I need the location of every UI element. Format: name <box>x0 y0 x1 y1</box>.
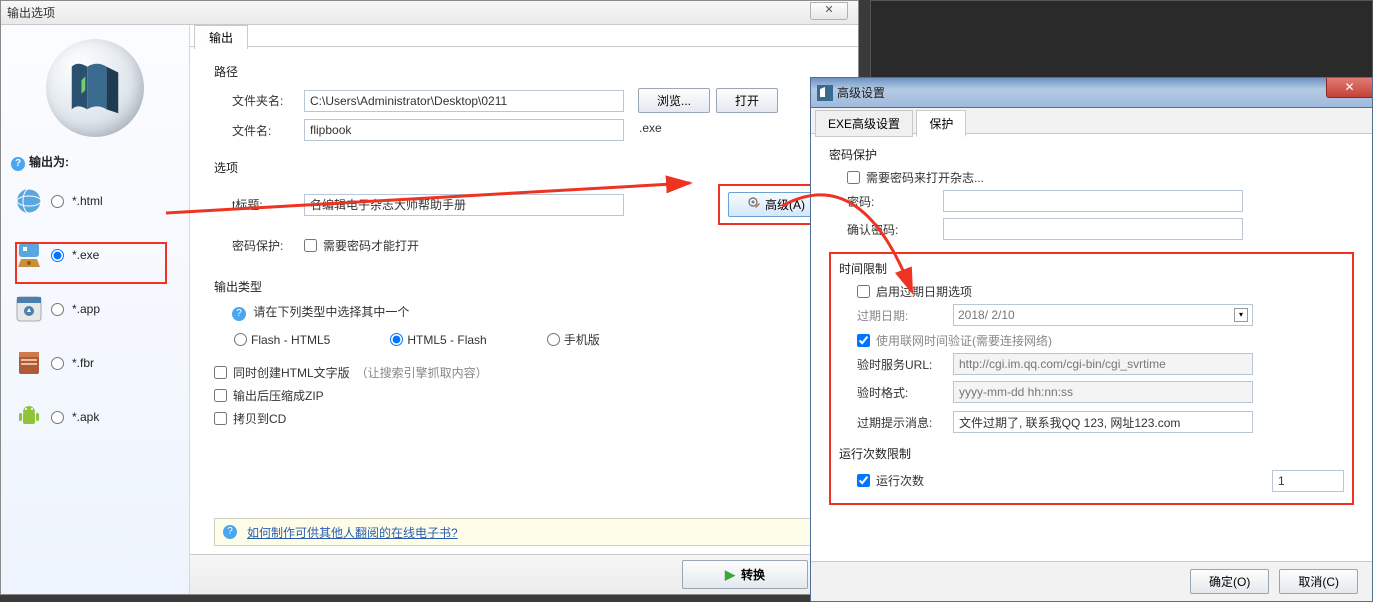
ttitle-label: t标题: <box>214 196 304 213</box>
chk-run-count[interactable]: 运行次数 <box>857 472 924 489</box>
bg-panel <box>870 0 1373 77</box>
dlg1-title: 输出选项 <box>7 4 55 21</box>
radio-html5-flash[interactable]: HTML5 - Flash <box>390 331 486 348</box>
format-fbr[interactable]: *.fbr <box>11 343 179 383</box>
chk-net-time[interactable]: 使用联网时间验证(需要连接网络) <box>857 332 1344 349</box>
format-sidebar: ?输出为: *.html *.exe *.app *.fbr *.apk <box>1 25 190 594</box>
msg-label: 过期提示消息: <box>857 414 953 431</box>
verify-url-input[interactable] <box>953 353 1253 375</box>
output-tabbar: 输出 <box>190 25 858 47</box>
tab-output[interactable]: 输出 <box>194 25 248 49</box>
file-input[interactable] <box>304 119 624 141</box>
chk-zip[interactable]: 输出后压缩成ZIP <box>214 387 834 404</box>
fmt-label: 验时格式: <box>857 384 953 401</box>
ttitle-input[interactable] <box>304 194 624 216</box>
pwd-protect-label: 密码保护: <box>214 237 304 254</box>
ok-button[interactable]: 确定(O) <box>1190 569 1269 594</box>
convert-button[interactable]: ▶转换 <box>682 560 808 589</box>
open-button[interactable]: 打开 <box>716 88 778 113</box>
path-section-label: 路径 <box>214 63 834 80</box>
mac-icon <box>15 295 43 323</box>
output-type-section: 输出类型 <box>214 278 834 295</box>
need-password-checkbox[interactable]: 需要密码才能打开 <box>304 237 419 254</box>
options-section-label: 选项 <box>214 159 834 176</box>
password-input[interactable] <box>943 190 1243 212</box>
run-count-group: 运行次数限制 运行次数 <box>839 445 1344 493</box>
pwd2-label: 确认密码: <box>847 221 943 238</box>
chk-cd[interactable]: 拷贝到CD <box>214 410 834 427</box>
online-ebook-link[interactable]: 如何制作可供其他人翻阅的在线电子书? <box>247 524 458 541</box>
folder-label: 文件夹名: <box>214 92 304 109</box>
help-icon[interactable]: ? <box>232 307 246 321</box>
format-app[interactable]: *.app <box>11 289 179 329</box>
play-icon: ▶ <box>725 567 735 583</box>
dlg1-footer: ▶转换 取 <box>190 554 858 594</box>
pwd-label: 密码: <box>847 193 943 210</box>
expire-date-input[interactable]: 2018/ 2/10 ▾ <box>953 304 1253 326</box>
book-icon <box>15 349 43 377</box>
browse-button[interactable]: 浏览... <box>638 88 710 113</box>
dlg2-titlebar: 高级设置 ✕ <box>811 78 1372 108</box>
file-label: 文件名: <box>214 122 304 139</box>
output-main-panel: 输出 路径 文件夹名: 浏览... 打开 文件名: .exe 选项 t标题: <box>190 25 858 594</box>
dlg2-close-button[interactable]: ✕ <box>1326 78 1372 98</box>
confirm-password-input[interactable] <box>943 218 1243 240</box>
radio-flash-html5[interactable]: Flash - HTML5 <box>234 331 330 348</box>
url-label: 验时服务URL: <box>857 356 953 373</box>
app-icon <box>817 85 833 101</box>
grp-time-title: 时间限制 <box>839 260 1344 277</box>
time-limit-highlight-box: 时间限制 启用过期日期选项 过期日期: 2018/ 2/10 ▾ 使用联网时间验… <box>829 252 1354 505</box>
grp-run-title: 运行次数限制 <box>839 445 1344 462</box>
tab-exe-advanced[interactable]: EXE高级设置 <box>815 110 913 137</box>
app-logo <box>46 39 144 137</box>
android-icon <box>15 403 43 431</box>
help-icon[interactable]: ? <box>223 525 237 539</box>
dlg2-tabbar: EXE高级设置 保护 <box>811 108 1372 134</box>
dlg1-titlebar: 输出选项 ✕ <box>1 1 858 25</box>
radio-mobile[interactable]: 手机版 <box>547 331 600 348</box>
password-protect-group: 密码保护 需要密码来打开杂志... 密码: 确认密码: <box>829 146 1354 240</box>
format-html[interactable]: *.html <box>11 181 179 221</box>
calendar-icon[interactable]: ▾ <box>1234 308 1248 322</box>
help-link-bar: ? 如何制作可供其他人翻阅的在线电子书? <box>214 518 834 546</box>
output-options-dialog: 输出选项 ✕ ?输出为: *.html *.exe *.app *.fbr *.… <box>0 0 859 595</box>
expire-date-label: 过期日期: <box>857 307 953 324</box>
globe-icon <box>15 187 43 215</box>
format-apk[interactable]: *.apk <box>11 397 179 437</box>
output-as-label: ?输出为: <box>11 153 179 171</box>
grp-pwd-title: 密码保护 <box>829 146 1354 163</box>
output-type-hint: 请在下列类型中选择其中一个 <box>253 305 409 319</box>
run-count-input[interactable] <box>1272 470 1344 492</box>
chk-html-text[interactable]: 同时创建HTML文字版（让搜索引擎抓取内容） <box>214 364 834 381</box>
format-exe[interactable]: *.exe <box>11 235 179 275</box>
advanced-settings-dialog: 高级设置 ✕ EXE高级设置 保护 密码保护 需要密码来打开杂志... 密码: … <box>810 77 1373 602</box>
tab-protect[interactable]: 保护 <box>916 110 966 137</box>
file-extension: .exe <box>634 119 667 141</box>
verify-fmt-input[interactable] <box>953 381 1253 403</box>
exe-icon <box>15 241 43 269</box>
gear-pencil-icon <box>747 196 761 213</box>
folder-input[interactable] <box>304 90 624 112</box>
time-limit-group: 时间限制 启用过期日期选项 过期日期: 2018/ 2/10 ▾ 使用联网时间验… <box>839 260 1344 433</box>
dlg2-footer: 确定(O) 取消(C) <box>811 561 1372 601</box>
expire-msg-input[interactable] <box>953 411 1253 433</box>
dlg1-close-button[interactable]: ✕ <box>810 2 848 20</box>
chk-enable-expire[interactable]: 启用过期日期选项 <box>857 283 1344 300</box>
chk-need-password[interactable]: 需要密码来打开杂志... <box>847 169 1354 186</box>
help-icon[interactable]: ? <box>11 157 25 171</box>
dlg2-cancel-button[interactable]: 取消(C) <box>1279 569 1358 594</box>
dlg2-title: 高级设置 <box>817 84 885 101</box>
